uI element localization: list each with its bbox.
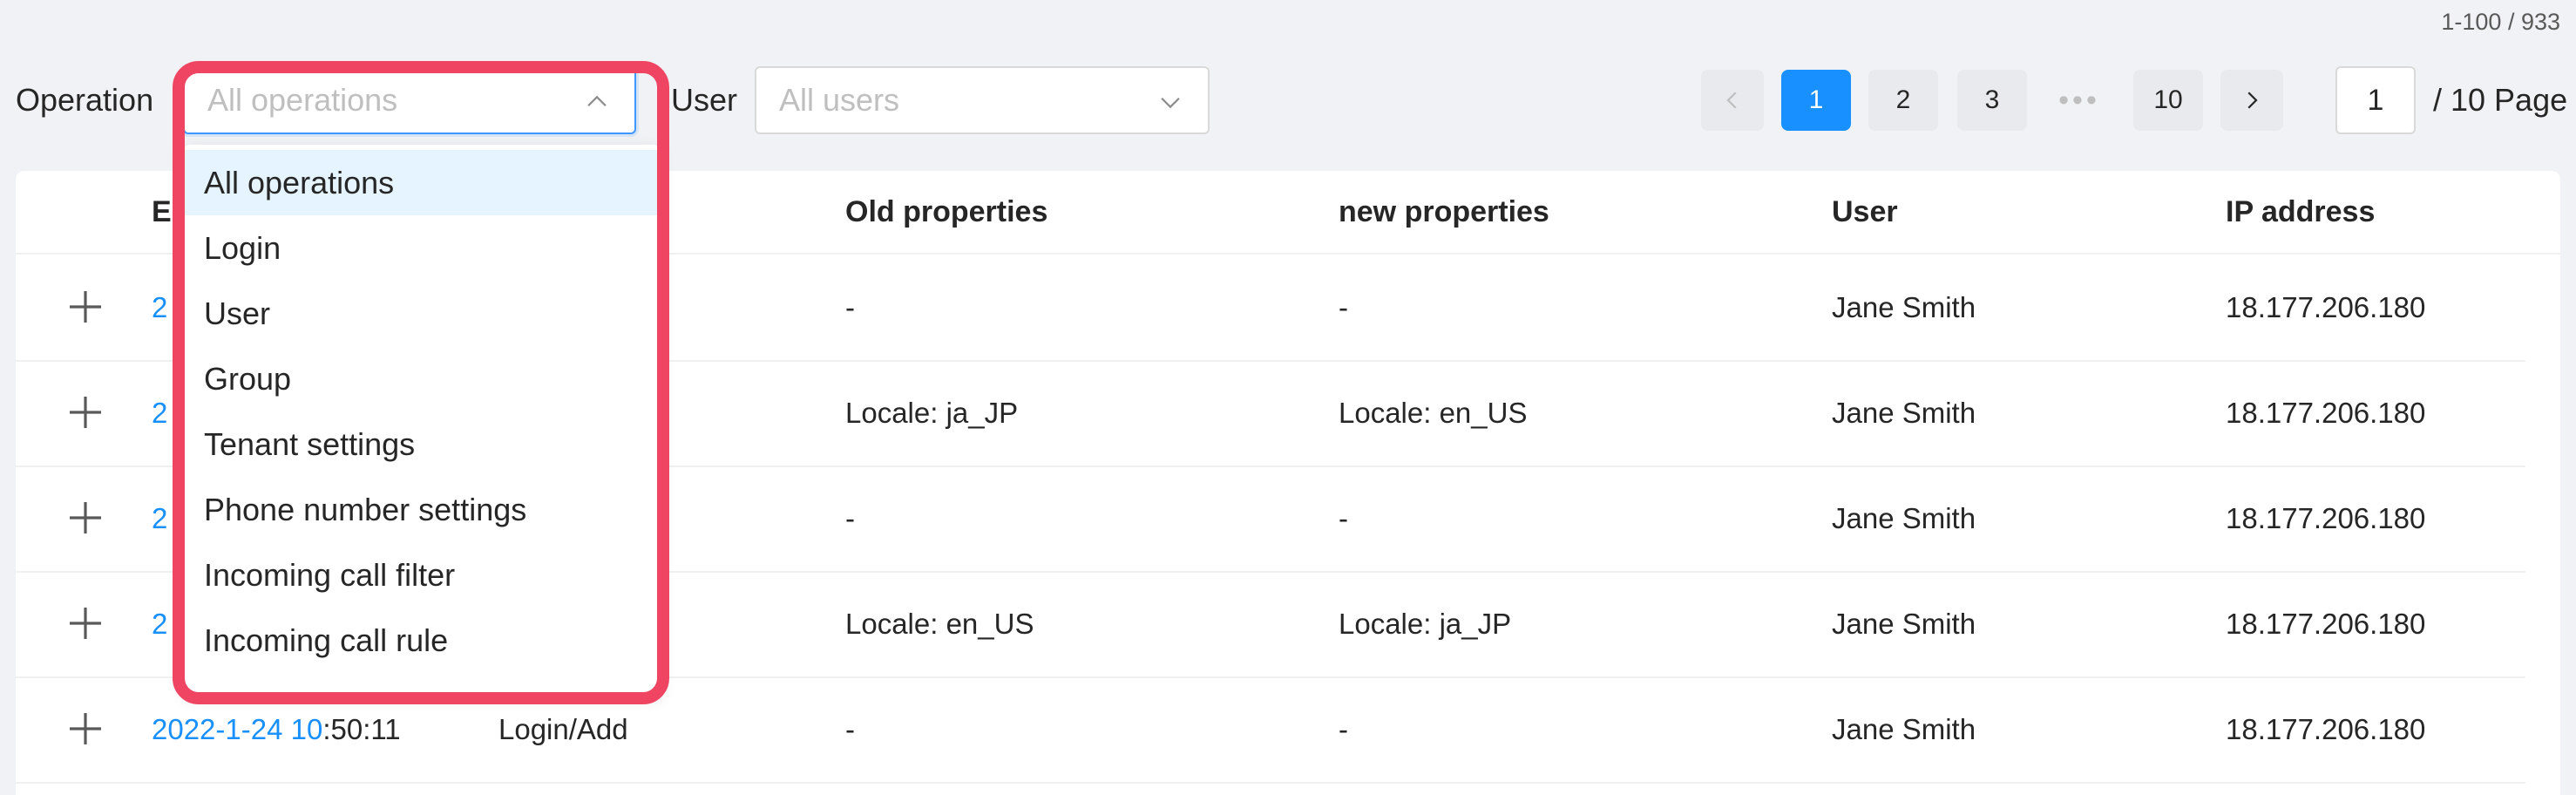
user-filter-label: User xyxy=(671,82,738,118)
row-datetime-rest: :50:11 xyxy=(322,713,401,745)
row-old-properties: - xyxy=(845,502,855,534)
page-2-button[interactable]: 2 xyxy=(1868,70,1938,131)
operation-filter-label: Operation xyxy=(16,82,154,118)
range-count: 1-100 / 933 xyxy=(2441,9,2560,35)
row-ip-address: 18.177.206.180 xyxy=(2226,713,2426,745)
highlight-outline xyxy=(173,61,669,704)
header-ip-address: IP address xyxy=(2226,195,2376,228)
user-select[interactable]: All users xyxy=(755,66,1210,134)
row-user: Jane Smith xyxy=(1832,291,1976,323)
expand-row-icon[interactable] xyxy=(64,708,106,750)
page-ellipsis[interactable]: ••• xyxy=(2044,70,2114,131)
row-new-properties: Locale: en_US xyxy=(1339,397,1528,429)
next-page-button[interactable] xyxy=(2220,70,2283,131)
row-datetime-link[interactable]: 2022-1-24 10 xyxy=(152,713,322,745)
chevron-right-icon xyxy=(2247,92,2258,109)
header-user: User xyxy=(1832,195,1898,228)
chevron-left-icon xyxy=(1726,92,1737,109)
user-select-placeholder: All users xyxy=(779,82,900,118)
expand-row-icon[interactable] xyxy=(64,391,106,433)
header-datetime: E xyxy=(152,195,172,228)
row-old-properties: Locale: en_US xyxy=(845,608,1034,640)
row-datetime-link[interactable]: 2 xyxy=(152,502,167,534)
row-ip-address: 18.177.206.180 xyxy=(2226,397,2426,429)
row-new-properties: - xyxy=(1339,502,1348,534)
row-ip-address: 18.177.206.180 xyxy=(2226,502,2426,534)
page-3-button[interactable]: 3 xyxy=(1957,70,2027,131)
prev-page-button[interactable] xyxy=(1701,70,1764,131)
row-datetime-link[interactable]: 2 xyxy=(152,397,167,429)
expand-row-icon[interactable] xyxy=(64,286,106,328)
row-datetime-link[interactable]: 2 xyxy=(152,291,167,323)
header-new-properties: new properties xyxy=(1339,195,1549,228)
row-user: Jane Smith xyxy=(1832,502,1976,534)
row-user: Jane Smith xyxy=(1832,713,1976,745)
page-jump-input[interactable]: 1 xyxy=(2335,66,2416,134)
row-datetime-link[interactable]: 2 xyxy=(152,608,167,640)
page-total-label: / 10 Page xyxy=(2433,82,2568,118)
chevron-down-icon xyxy=(1161,97,1180,109)
row-ip-address: 18.177.206.180 xyxy=(2226,291,2426,323)
row-new-properties: Locale: ja_JP xyxy=(1339,608,1512,640)
page-10-button[interactable]: 10 xyxy=(2133,70,2203,131)
page-1-button[interactable]: 1 xyxy=(1781,70,1851,131)
row-new-properties: - xyxy=(1339,713,1348,745)
header-old-properties: Old properties xyxy=(845,195,1048,228)
row-old-properties: - xyxy=(845,291,855,323)
row-old-properties: - xyxy=(845,713,855,745)
row-new-properties: - xyxy=(1339,291,1348,323)
row-ip-address: 18.177.206.180 xyxy=(2226,608,2426,640)
expand-row-icon[interactable] xyxy=(64,497,106,539)
row-operation: Login/Add xyxy=(498,713,628,745)
row-user: Jane Smith xyxy=(1832,397,1976,429)
row-user: Jane Smith xyxy=(1832,608,1976,640)
row-old-properties: Locale: ja_JP xyxy=(845,397,1019,429)
expand-row-icon[interactable] xyxy=(64,602,106,644)
